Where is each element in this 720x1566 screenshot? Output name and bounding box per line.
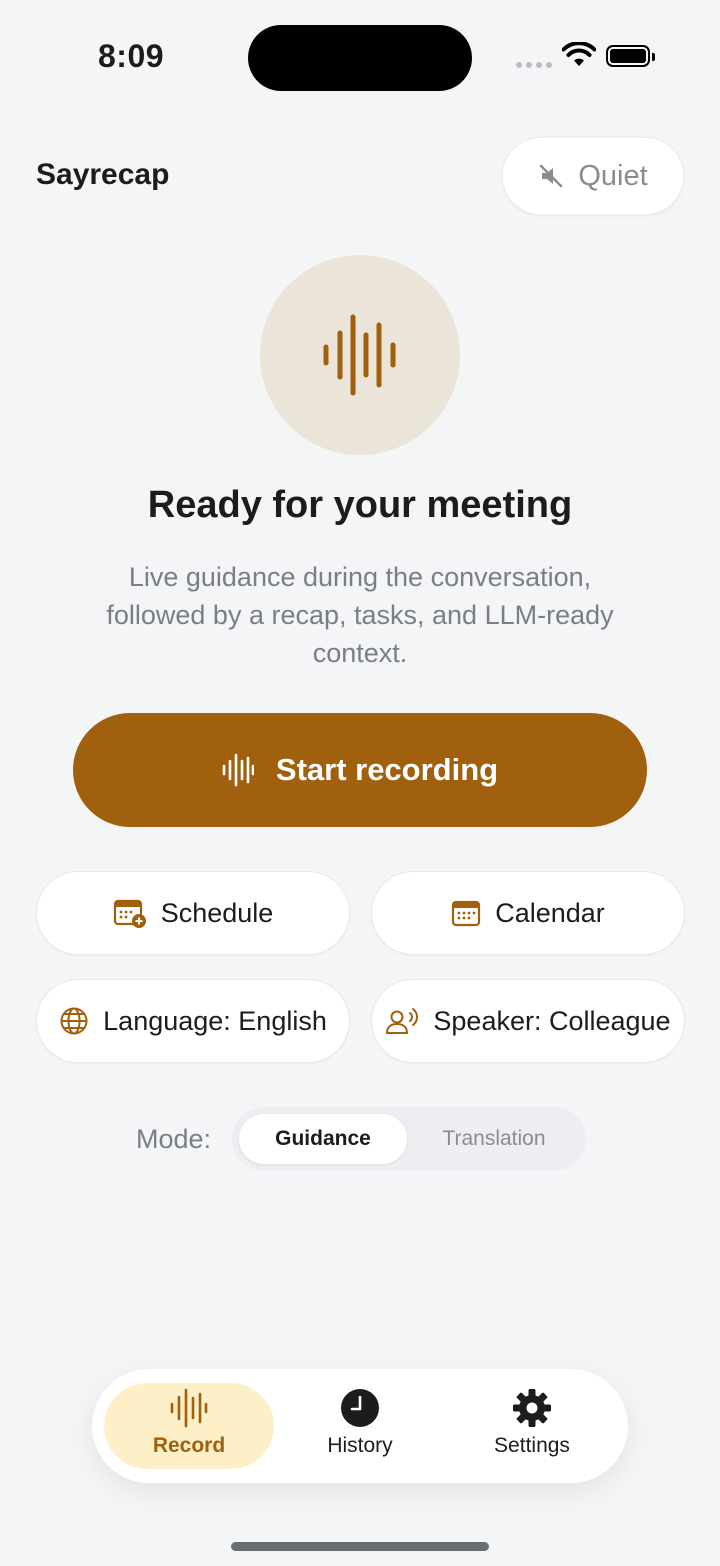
app-title: Sayrecap bbox=[36, 158, 170, 191]
tab-history[interactable]: History bbox=[275, 1388, 445, 1458]
home-indicator bbox=[231, 1542, 489, 1551]
calendar-icon bbox=[452, 900, 481, 927]
speaker-muted-icon bbox=[540, 164, 563, 188]
schedule-button[interactable]: Schedule bbox=[36, 871, 350, 955]
calendar-label: Calendar bbox=[495, 897, 605, 928]
status-time: 8:09 bbox=[98, 38, 165, 74]
tab-settings-label: Settings bbox=[494, 1434, 570, 1457]
person-speaking-icon bbox=[386, 1008, 419, 1034]
hero-waveform-badge bbox=[260, 255, 460, 455]
schedule-label: Schedule bbox=[160, 897, 274, 928]
cellular-signal-icon bbox=[516, 62, 552, 68]
waveform-icon bbox=[170, 1388, 208, 1428]
dynamic-island bbox=[248, 25, 472, 91]
waveform-icon bbox=[323, 314, 396, 396]
calendar-add-icon bbox=[113, 899, 146, 928]
tab-record-label: Record bbox=[152, 1434, 226, 1457]
headline: Ready for your meeting bbox=[147, 484, 573, 526]
quiet-label: Quiet bbox=[578, 159, 648, 192]
mode-label: Mode: bbox=[136, 1124, 212, 1154]
tab-settings[interactable]: Settings bbox=[447, 1388, 617, 1458]
tab-history-label: History bbox=[327, 1434, 393, 1457]
mode-option-translation[interactable]: Translation bbox=[410, 1114, 578, 1164]
language-button[interactable]: Language: English bbox=[36, 979, 350, 1063]
wifi-icon bbox=[562, 42, 596, 66]
language-label: Language: English bbox=[103, 1005, 327, 1036]
gear-icon bbox=[513, 1389, 551, 1427]
speaker-label: Speaker: Colleague bbox=[433, 1005, 671, 1036]
speaker-button[interactable]: Speaker: Colleague bbox=[371, 979, 685, 1063]
subtitle: Live guidance during the conversation, f… bbox=[106, 562, 614, 668]
waveform-icon bbox=[222, 753, 254, 787]
start-recording-label: Start recording bbox=[275, 752, 499, 787]
start-recording-button[interactable]: Start recording bbox=[73, 713, 647, 827]
battery-icon bbox=[606, 45, 655, 67]
tab-record[interactable]: Record bbox=[104, 1388, 274, 1458]
mode-option-guidance[interactable]: Guidance bbox=[239, 1114, 407, 1164]
globe-icon bbox=[60, 1007, 88, 1035]
quiet-button[interactable]: Quiet bbox=[502, 137, 684, 215]
calendar-button[interactable]: Calendar bbox=[371, 871, 685, 955]
clock-icon bbox=[341, 1389, 379, 1427]
